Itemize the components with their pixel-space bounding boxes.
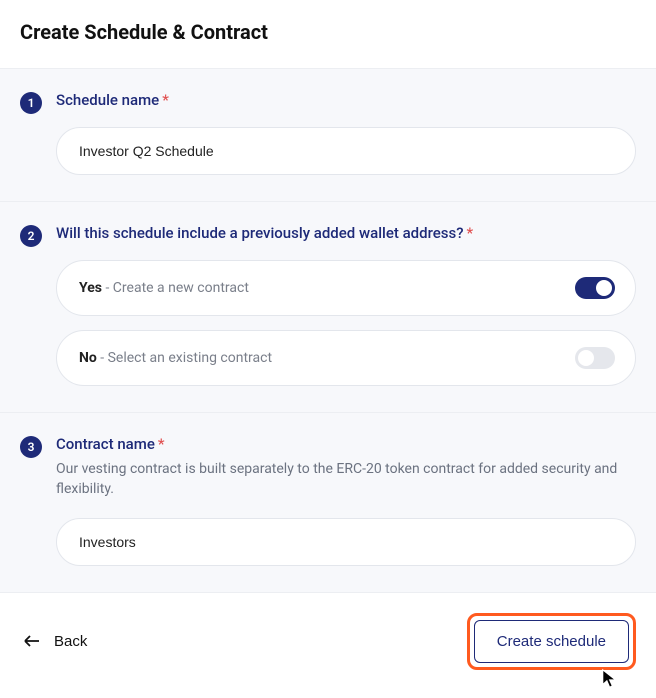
option-no-text: No - Select an existing contract	[79, 350, 272, 366]
step-3-section: 3 Contract name* Our vesting contract is…	[0, 412, 656, 592]
arrow-left-icon	[24, 634, 40, 648]
primary-button-highlight: Create schedule	[467, 613, 636, 670]
option-yes-toggle[interactable]	[575, 277, 615, 299]
wallet-question-label: Will this schedule include a previously …	[56, 224, 636, 242]
step-2-section: 2 Will this schedule include a previousl…	[0, 201, 656, 412]
dialog-header: Create Schedule & Contract	[0, 0, 656, 68]
dialog-footer: Back Create schedule	[0, 592, 656, 694]
required-star: *	[158, 435, 165, 453]
contract-name-description: Our vesting contract is built separately…	[56, 459, 636, 500]
dialog-title: Create Schedule & Contract	[20, 20, 636, 44]
option-yes-row[interactable]: Yes - Create a new contract	[56, 260, 636, 316]
contract-name-label: Contract name*	[56, 435, 636, 453]
option-yes-text: Yes - Create a new contract	[79, 280, 249, 296]
step-1-section: 1 Schedule name*	[0, 68, 656, 201]
required-star: *	[162, 91, 169, 109]
required-star: *	[467, 224, 474, 242]
back-button-label: Back	[54, 633, 87, 650]
option-no-toggle[interactable]	[575, 347, 615, 369]
step-1-badge: 1	[20, 92, 42, 114]
step-2-badge: 2	[20, 225, 42, 247]
back-button[interactable]: Back	[20, 627, 91, 656]
create-schedule-button[interactable]: Create schedule	[474, 620, 629, 663]
option-no-row[interactable]: No - Select an existing contract	[56, 330, 636, 386]
schedule-name-label: Schedule name*	[56, 91, 636, 109]
contract-name-input[interactable]	[56, 518, 636, 566]
step-3-badge: 3	[20, 436, 42, 458]
schedule-name-input[interactable]	[56, 127, 636, 175]
